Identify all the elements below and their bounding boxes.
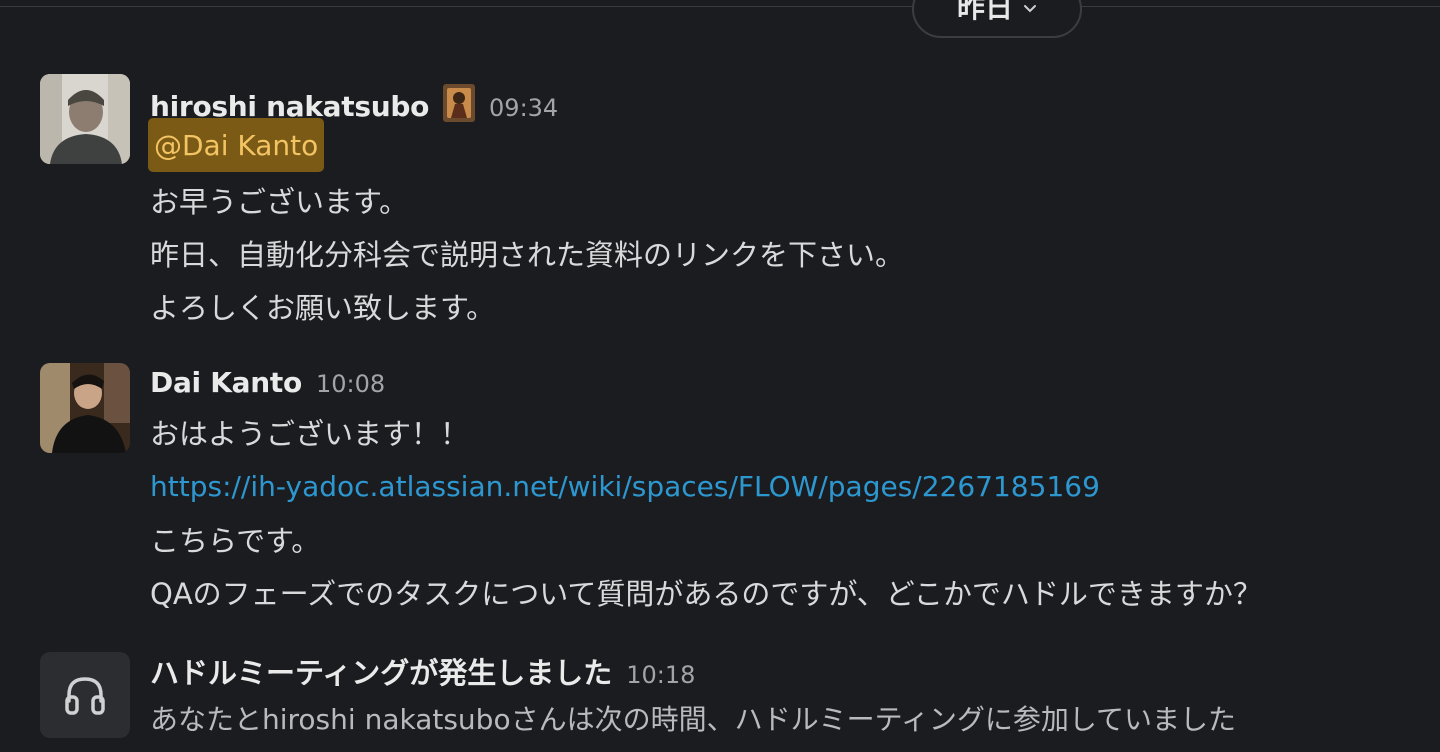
message-pane: 昨日 hiroshi nakatsubo 09:34 @Dai Kanto お早… [0, 0, 1440, 752]
message-link[interactable]: https://ih-yadoc.atlassian.net/wiki/spac… [150, 473, 1100, 501]
message-line: おはようございます！！ [150, 417, 470, 451]
avatar-hiroshi[interactable] [40, 74, 130, 164]
timestamp[interactable]: 10:08 [316, 370, 385, 398]
date-divider-label: 昨日 [956, 0, 1013, 24]
huddle-icon-box [40, 652, 130, 738]
huddle-description: あなたとhiroshi nakatsuboさんは次の時間、ハドルミーティングに参… [150, 703, 1237, 736]
message-header: hiroshi nakatsubo 09:34 [150, 78, 558, 123]
date-divider-line [0, 6, 1440, 7]
huddle-title: ハドルミーティングが発生しました [150, 656, 613, 690]
timestamp[interactable]: 09:34 [489, 94, 558, 122]
message-line: よろしくお願い致します。 [150, 291, 496, 325]
date-divider-button[interactable]: 昨日 [912, 0, 1082, 38]
message-line: QAのフェーズでのタスクについて質問があるのですが、どこかでハドルできますか？ [150, 577, 1262, 611]
status-emoji-icon [443, 84, 476, 122]
message-header: Dai Kanto 10:08 [150, 366, 385, 399]
user-mention[interactable]: @Dai Kanto [148, 118, 325, 172]
avatar-dai[interactable] [40, 363, 130, 453]
message-line: お早うございます。 [150, 185, 409, 219]
headphones-icon [65, 677, 105, 715]
sender-name[interactable]: Dai Kanto [150, 366, 302, 399]
message-line: こちらです。 [150, 524, 321, 558]
huddle-header: ハドルミーティングが発生しました 10:18 [150, 650, 695, 692]
timestamp[interactable]: 10:18 [626, 661, 695, 689]
message-line: 昨日、自動化分科会で説明された資料のリンクを下さい。 [150, 238, 905, 272]
chevron-down-icon [1024, 5, 1036, 13]
